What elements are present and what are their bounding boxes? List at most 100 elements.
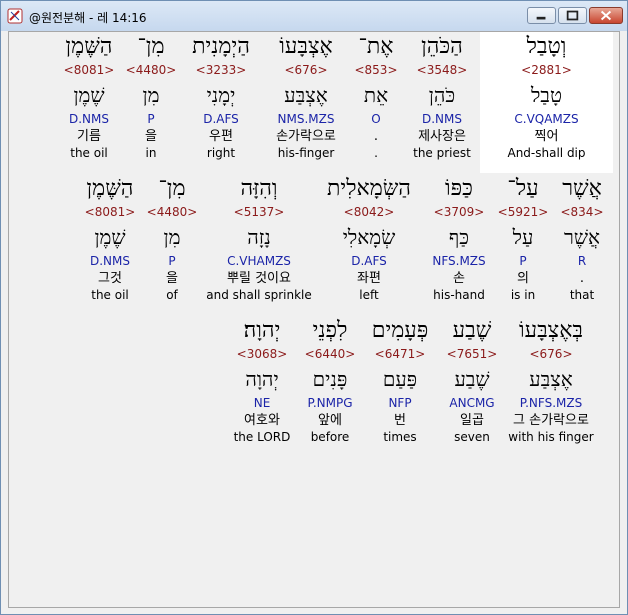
minimize-button[interactable] <box>527 7 556 24</box>
close-button[interactable] <box>589 7 623 24</box>
hebrew-word: וְהִזָּה <box>240 176 278 201</box>
korean-gloss: . <box>579 271 585 286</box>
strong-number[interactable]: <8081> <box>75 204 145 220</box>
korean-gloss: 번 <box>394 413 406 428</box>
lemma-word: מִן <box>142 83 160 107</box>
morph-code: R <box>577 254 587 268</box>
hebrew-word: בְּאֶצְבָּעוֹ <box>518 318 583 343</box>
app-window: @원전분해 - 레 14:16 וְטָבַל <2881> טָבַל C.V… <box>0 0 628 615</box>
word-block[interactable]: מִן־ <4480> מִן P 을 of <box>142 174 202 304</box>
korean-gloss: 그것 <box>98 271 122 286</box>
morph-code: P <box>147 112 155 126</box>
hebrew-word: כַּפּוֹ <box>445 176 473 201</box>
morph-code: NE <box>253 396 271 410</box>
lemma-word: כֹּהֵן <box>428 83 456 107</box>
hebrew-word: יְהוָה׃ <box>243 318 281 343</box>
lemma-word: שֶׁבַע <box>454 367 490 391</box>
hebrew-word: פְּעָמִים <box>371 318 429 343</box>
strong-number[interactable]: <5137> <box>202 204 316 220</box>
word-block[interactable]: הַכֹּהֵן <3548> כֹּהֵן D.NMS 제사장은 the pr… <box>392 32 492 162</box>
strong-number[interactable]: <7651> <box>432 346 512 362</box>
lemma-word: כַּף <box>448 225 470 249</box>
english-gloss: that <box>569 288 595 302</box>
morph-code: NFS.MZS <box>432 254 486 268</box>
maximize-icon <box>566 10 579 21</box>
lemma-word: מִן <box>163 225 181 249</box>
morph-code: NMS.MZS <box>277 112 335 126</box>
hebrew-word: מִן־ <box>158 176 186 201</box>
word-block[interactable]: הַשְּׂמָאלִית <8042> שְׂמָאלִי D.AFS 좌편 … <box>314 174 424 304</box>
english-gloss: the oil <box>70 146 108 160</box>
word-block[interactable]: אֶצְבָּעוֹ <676> אֶצְבַּע NMS.MZS 손가락으로 … <box>256 32 356 162</box>
word-block[interactable]: וְטָבַל <2881> טָבַל C.VQAMZS 찍어 And-sha… <box>480 32 613 173</box>
strong-number[interactable]: <3233> <box>176 62 266 78</box>
verse-analysis-panel: וְטָבַל <2881> טָבַל C.VQAMZS 찍어 And-sha… <box>8 31 620 608</box>
strong-number[interactable]: <8081> <box>54 62 124 78</box>
strong-number[interactable]: <6440> <box>296 346 364 362</box>
minimize-icon <box>536 16 546 20</box>
word-block[interactable]: הַשֶּׁמֶן <8081> שֶׁמֶן D.NMS 기름 the oil <box>54 32 124 162</box>
korean-gloss: 여호와 <box>244 413 280 428</box>
morph-code: D.NMS <box>89 254 130 268</box>
strong-number[interactable]: <2881> <box>480 62 613 78</box>
word-block[interactable]: הַשֶּׁמֶן <8081> שֶׁמֶן D.NMS 그것 the oil <box>75 174 145 304</box>
morph-code: NFP <box>388 396 412 410</box>
word-block[interactable]: יְהוָה׃ <3068> יְהוָה NE 여호와 the LORD <box>227 316 297 446</box>
lemma-word: פַּעַם <box>382 367 418 391</box>
lemma-word: אֶצְבַּע <box>529 367 573 391</box>
strong-number[interactable]: <3068> <box>227 346 297 362</box>
morph-code: ANCMG <box>449 396 495 410</box>
lemma-word: שְׂמָאלִי <box>342 225 396 249</box>
strong-number[interactable]: <3548> <box>392 62 492 78</box>
word-block[interactable]: בְּאֶצְבָּעוֹ <676> אֶצְבַּע P.NFS.MZS 그… <box>506 316 596 446</box>
strong-number[interactable]: <4480> <box>121 62 181 78</box>
english-gloss: his-finger <box>277 146 335 160</box>
morph-code: D.NMS <box>68 112 109 126</box>
lemma-word: טָבַל <box>530 83 563 107</box>
english-gloss: his-hand <box>433 288 485 302</box>
english-gloss: right <box>206 146 236 160</box>
korean-gloss: 좌편 <box>357 271 381 286</box>
close-icon <box>600 10 612 21</box>
morph-code: D.AFS <box>203 112 239 126</box>
word-block[interactable]: כַּפּוֹ <3709> כַּף NFS.MZS 손 his-hand <box>419 174 499 304</box>
strong-number[interactable]: <5921> <box>493 204 553 220</box>
window-title: @원전분해 - 레 14:16 <box>29 11 147 25</box>
korean-gloss: 제사장은 <box>418 129 466 144</box>
word-block[interactable]: מִן־ <4480> מִן P 을 in <box>121 32 181 162</box>
word-block[interactable]: וְהִזָּה <5137> נָזָה C.VHAMZS 뿌릴 것이요 an… <box>202 174 316 304</box>
morph-code: D.AFS <box>351 254 387 268</box>
strong-number[interactable]: <4480> <box>142 204 202 220</box>
english-gloss: left <box>359 288 379 302</box>
hebrew-word: שֶׁבַע <box>452 318 492 343</box>
korean-gloss: 손가락으로 <box>276 129 336 144</box>
english-gloss: in <box>145 146 157 160</box>
title-bar[interactable]: @원전분해 - 레 14:16 <box>1 1 627 31</box>
hebrew-word: מִן־ <box>137 34 165 59</box>
strong-number[interactable]: <834> <box>552 204 612 220</box>
hebrew-word: הַשְּׂמָאלִית <box>327 176 411 201</box>
strong-number[interactable]: <8042> <box>314 204 424 220</box>
word-block[interactable]: לִפְנֵי <6440> פָּנִים P.NMPG 앞에 before <box>296 316 364 446</box>
strong-number[interactable]: <676> <box>256 62 356 78</box>
word-block[interactable]: אֲשֶׁר <834> אֲשֶׁר R . that <box>552 174 612 304</box>
maximize-button[interactable] <box>558 7 587 24</box>
strong-number[interactable]: <676> <box>506 346 596 362</box>
hebrew-word: לִפְנֵי <box>312 318 348 343</box>
english-gloss: the priest <box>413 146 471 160</box>
hebrew-word: הַשֶּׁמֶן <box>86 176 134 201</box>
word-block[interactable]: הַיְמָנִית <3233> יְמָנִי D.AFS 우편 right <box>176 32 266 162</box>
strong-number[interactable]: <3709> <box>419 204 499 220</box>
morph-code: P.NMPG <box>307 396 353 410</box>
word-block[interactable]: פְּעָמִים <6471> פַּעַם NFP 번 times <box>362 316 438 446</box>
korean-gloss: 손 <box>453 271 465 286</box>
hebrew-word: וְטָבַל <box>526 34 567 59</box>
strong-number[interactable]: <6471> <box>362 346 438 362</box>
word-block[interactable]: עַל־ <5921> עַל P 의 is in <box>493 174 553 304</box>
english-gloss: times <box>383 430 417 444</box>
korean-gloss: 기름 <box>77 129 101 144</box>
hebrew-word: הַיְמָנִית <box>192 34 250 59</box>
english-gloss: and shall sprinkle <box>206 288 312 302</box>
word-block[interactable]: שֶׁבַע <7651> שֶׁבַע ANCMG 일곱 seven <box>432 316 512 446</box>
english-gloss: the oil <box>91 288 129 302</box>
